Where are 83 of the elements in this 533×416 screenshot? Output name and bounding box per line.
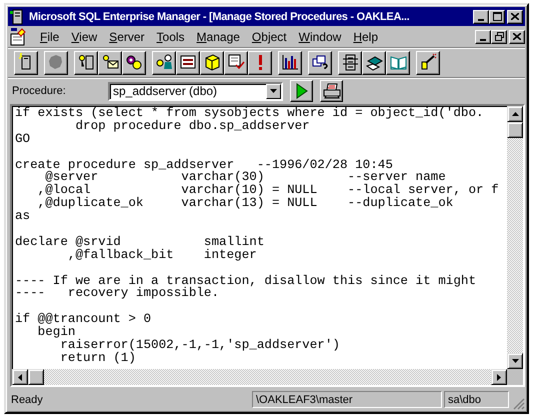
close-button[interactable] [507,10,523,24]
window-title: Microsoft SQL Enterprise Manager - [Manage Stored Procedures - OAKLEA... [29,10,410,22]
code-line: GO [15,132,32,146]
code-line: create procedure sp_addserver --1996/02/28 10:45 [15,158,394,172]
code-line: as [15,210,32,224]
minimize-icon [478,18,484,20]
maximize-button[interactable] [489,10,505,24]
menu-item[interactable]: Window [292,30,348,44]
left-arrow-icon [18,374,22,380]
restore-icon [494,32,504,41]
code-line: if @@trancount > 0 [15,313,152,326]
user-pane: sa\dbo [444,391,509,408]
gears-icon [124,53,144,72]
key-user-icon [154,53,174,72]
resize-grip-icon [513,398,525,410]
vertical-scrollbar[interactable] [507,106,523,369]
toolbar-button[interactable] [224,50,248,74]
maximize-icon [492,12,502,21]
status-message: Ready [10,394,44,406]
right-arrow-icon [497,374,501,380]
procedure-dropdown[interactable]: sp_addserver (dbo) [108,82,283,100]
toolbar-button[interactable] [74,50,98,74]
code-line: drop procedure dbo.sp_addserver [74,120,311,133]
print-button[interactable] [320,80,343,102]
code-line: raiserror(15002,-1,-1,'sp_addserver') [59,339,341,352]
toolbar-button[interactable] [416,50,440,74]
menu-item[interactable]: File [34,30,66,44]
toolbar-button[interactable] [308,50,332,74]
code-line: ---- recovery impossible. [15,287,220,300]
code-line: return (1) [59,352,136,365]
run-button[interactable] [290,80,313,102]
scroll-thumb[interactable] [507,122,523,138]
printer-icon [322,83,340,99]
code-line: begin [36,326,76,340]
procedure-label: Procedure: [12,85,67,97]
toolbar-button[interactable] [248,50,272,74]
code-line: ---- If we are in a transaction, disallow this since it might [15,274,478,288]
minimize-button[interactable] [473,10,489,24]
menu-item[interactable]: Server [103,30,151,44]
code-line: if exists (select * from sysobjects where id = object_id('dbo. [15,107,485,120]
close-icon [511,13,519,20]
toolbar-button[interactable] [176,50,200,74]
exclamation-icon [258,54,262,71]
up-arrow-icon [512,112,518,116]
menu-item[interactable]: Help [347,30,384,44]
code-line: ,@local varchar(10) = NULL --local server, or f [36,184,500,198]
key-server-icon [76,53,96,72]
toolbar-button[interactable] [44,50,68,74]
toolbar-button[interactable] [122,50,146,74]
toolbar-button[interactable] [200,50,224,74]
dropdown-arrow-icon [270,89,277,93]
wand-icon [418,53,438,72]
toolbar-button[interactable] [338,50,362,74]
bar-chart-icon [280,53,300,72]
menu-item[interactable]: Manage [190,30,246,44]
server-list-icon [340,53,360,72]
toolbar-button[interactable] [14,50,38,74]
toolbar-button[interactable] [98,50,122,74]
minimize-icon [480,38,486,40]
windows-help-icon [310,53,330,72]
code-line: declare @srvid smallint [15,236,266,249]
scrollbar-corner [507,369,523,385]
close-button[interactable] [509,30,525,44]
down-arrow-icon [512,359,518,363]
server-pane: \OAKLEAF3\master [252,391,442,408]
code-line: ,@duplicate_ok varchar(13) = NULL --duplicate_ok [36,197,454,210]
calendar-check-icon [226,53,246,72]
code-line: @server varchar(30) --server name [45,171,447,184]
menu-item[interactable]: Object [246,30,293,44]
menu-item[interactable]: Tools [150,30,191,44]
play-icon [296,83,308,99]
scroll-thumb[interactable] [28,369,44,385]
horizontal-scrollbar[interactable] [12,369,507,385]
toolbar-button[interactable] [362,50,386,74]
restore-button[interactable] [491,30,507,44]
toolbar-button[interactable] [278,50,302,74]
toolbar-button[interactable] [152,50,176,74]
code-editor[interactable] [10,104,525,387]
toolbar-button[interactable] [386,50,410,74]
minimize-button[interactable] [475,30,491,44]
code-line: ,@fallback_bit integer [66,248,258,262]
menu-item[interactable]: View [65,30,104,44]
close-icon [513,33,521,40]
